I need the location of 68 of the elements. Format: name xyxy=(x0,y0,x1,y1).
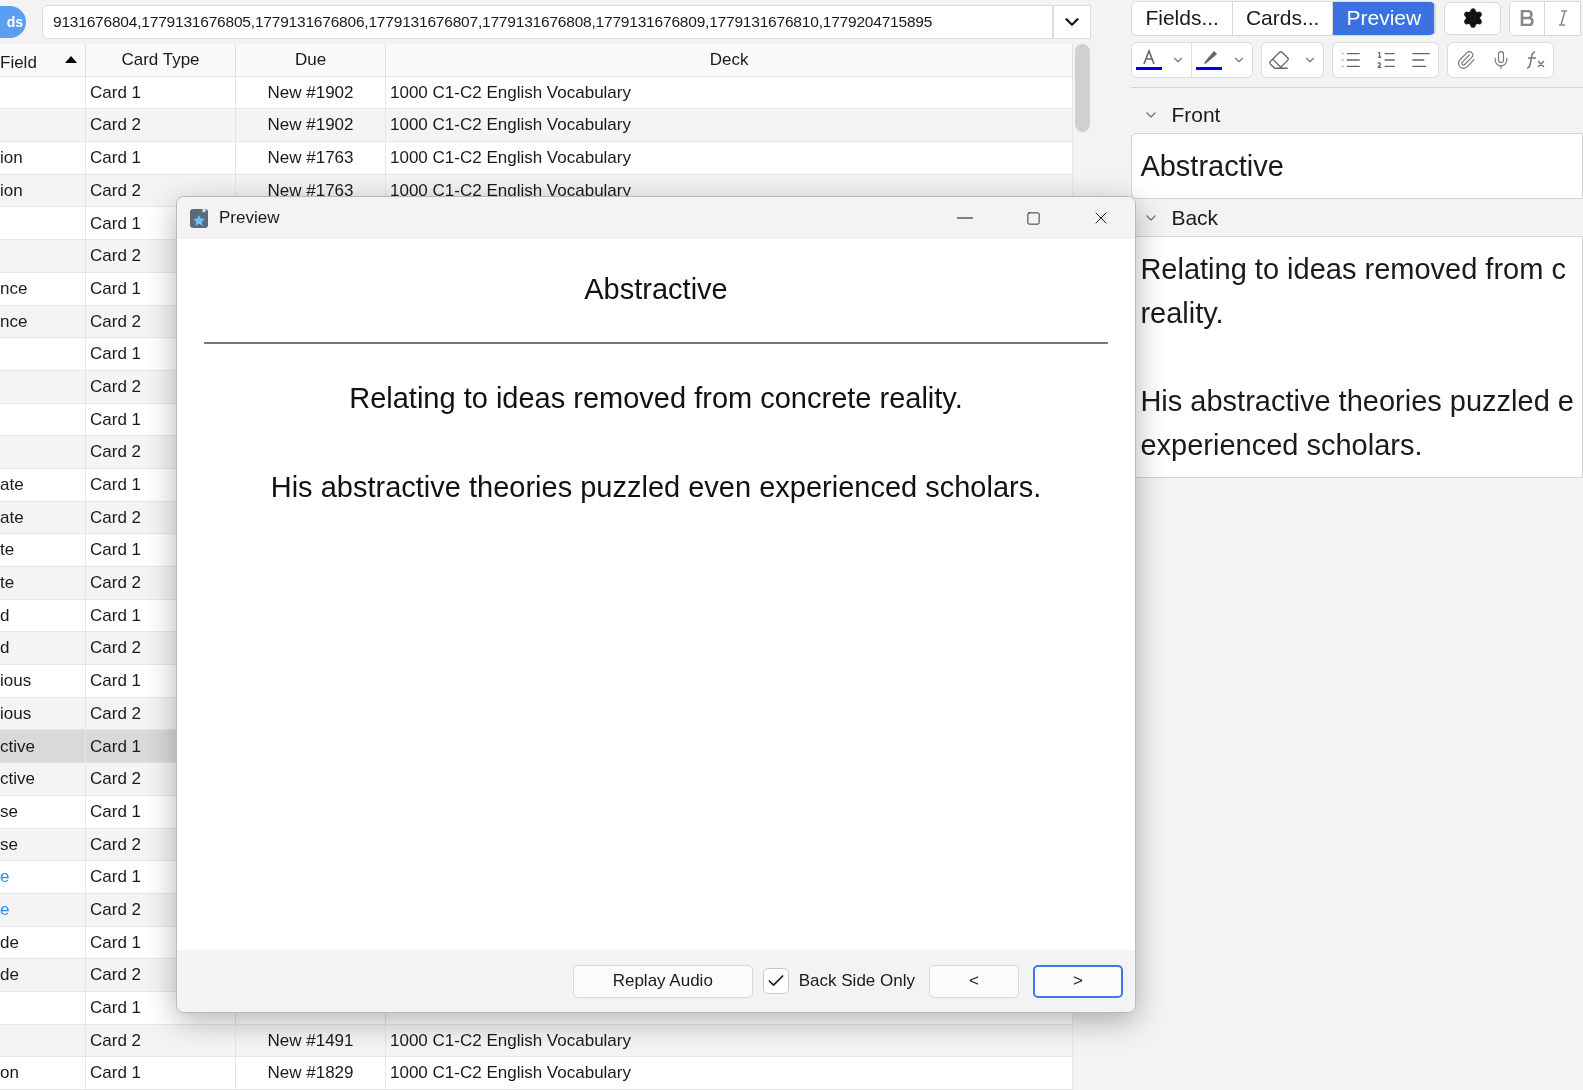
table-cell[interactable]: nce xyxy=(0,305,86,338)
table-cell[interactable]: ion xyxy=(0,142,86,174)
eraser-icon xyxy=(1268,49,1291,71)
settings-icon xyxy=(1461,7,1484,29)
bold-icon xyxy=(1520,10,1535,26)
table-cell[interactable]: nce xyxy=(0,272,86,305)
table-cell[interactable]: Card 2 xyxy=(86,1024,236,1057)
checkbox-label: Back Side Only xyxy=(798,970,915,993)
column-header[interactable]: Field xyxy=(0,44,86,76)
replay-audio-button[interactable]: Replay Audio xyxy=(572,964,753,998)
field-label: Back xyxy=(1171,204,1219,231)
search-field[interactable]: 9131676804,1779131676805,1779131676806,1779131676807,1779131676808,1779131676809,1779131676810,1779204715895 xyxy=(42,5,1054,39)
highlighter-icon xyxy=(1195,49,1222,71)
table-cell[interactable]: ctive xyxy=(0,763,86,795)
app-icon xyxy=(189,207,209,229)
table-cell[interactable]: Card 2 xyxy=(86,109,236,142)
field-editor[interactable]: Abstractive xyxy=(1131,133,1583,199)
nav-button[interactable]: < xyxy=(929,964,1019,998)
card-back-text: His abstractive theories puzzled even experienced scholars. xyxy=(270,470,1042,505)
table-cell[interactable]: se xyxy=(0,828,86,861)
card-back-text: Relating to ideas removed from concrete reality. xyxy=(349,381,963,416)
table-cell[interactable]: ion xyxy=(0,174,86,207)
table-cell[interactable]: de xyxy=(0,959,86,991)
maximize-icon xyxy=(1025,210,1041,226)
table-cell[interactable] xyxy=(0,109,86,142)
table-cell[interactable]: ious xyxy=(0,665,86,697)
table-cell[interactable]: se xyxy=(0,795,86,828)
table-cell[interactable]: New #1902 xyxy=(236,109,386,142)
table-cell[interactable] xyxy=(0,370,86,403)
table-cell[interactable]: ctive xyxy=(0,730,86,763)
field-text-line: Relating to ideas removed from c xyxy=(1140,252,1566,287)
back-side-only-checkbox[interactable] xyxy=(762,968,789,994)
italic-icon xyxy=(1557,10,1568,26)
column-header[interactable]: Due xyxy=(236,44,386,76)
italic-button[interactable] xyxy=(1545,1,1581,35)
paperclip-icon xyxy=(1455,50,1476,70)
column-header[interactable]: Card Type xyxy=(86,44,236,76)
settings-button[interactable] xyxy=(1444,1,1502,35)
table-cell[interactable]: 1000 C1-C2 English Vocabulary xyxy=(386,109,1074,142)
table-cell[interactable]: 1000 C1-C2 English Vocabulary xyxy=(386,1024,1074,1057)
minimize-icon xyxy=(957,217,973,219)
table-cell[interactable]: ate xyxy=(0,468,86,501)
field-text-line: His abstractive theories puzzled e xyxy=(1140,384,1574,419)
table-cell[interactable]: de xyxy=(0,926,86,959)
table-cell[interactable]: d xyxy=(0,599,86,632)
table-cell[interactable]: te xyxy=(0,567,86,599)
table-cell[interactable]: ious xyxy=(0,697,86,730)
field-text-line: reality. xyxy=(1140,296,1224,331)
search-history-dropdown[interactable] xyxy=(1053,5,1092,39)
field-text-line: experienced scholars. xyxy=(1140,428,1423,463)
table-cell[interactable] xyxy=(0,436,86,468)
editor-tab[interactable]: Fields... xyxy=(1132,1,1233,35)
nav-button[interactable]: > xyxy=(1033,964,1123,998)
table-cell[interactable]: ate xyxy=(0,501,86,534)
function-icon xyxy=(1524,50,1547,70)
field-label: Front xyxy=(1171,101,1221,128)
table-cell[interactable]: on xyxy=(0,1057,86,1089)
text-color-icon xyxy=(1135,49,1162,71)
table-cell[interactable] xyxy=(0,1024,86,1057)
card-front-text: Abstractive xyxy=(584,272,728,307)
table-cell[interactable]: New #1491 xyxy=(236,1024,386,1057)
table-cell[interactable]: d xyxy=(0,632,86,665)
bold-button[interactable] xyxy=(1510,1,1546,35)
table-cell[interactable]: te xyxy=(0,534,86,566)
field-text-line: Abstractive xyxy=(1140,149,1284,184)
table-cell[interactable] xyxy=(0,240,86,272)
editor-tab[interactable]: Cards... xyxy=(1232,1,1334,35)
editor-tab[interactable]: Preview xyxy=(1333,1,1436,35)
